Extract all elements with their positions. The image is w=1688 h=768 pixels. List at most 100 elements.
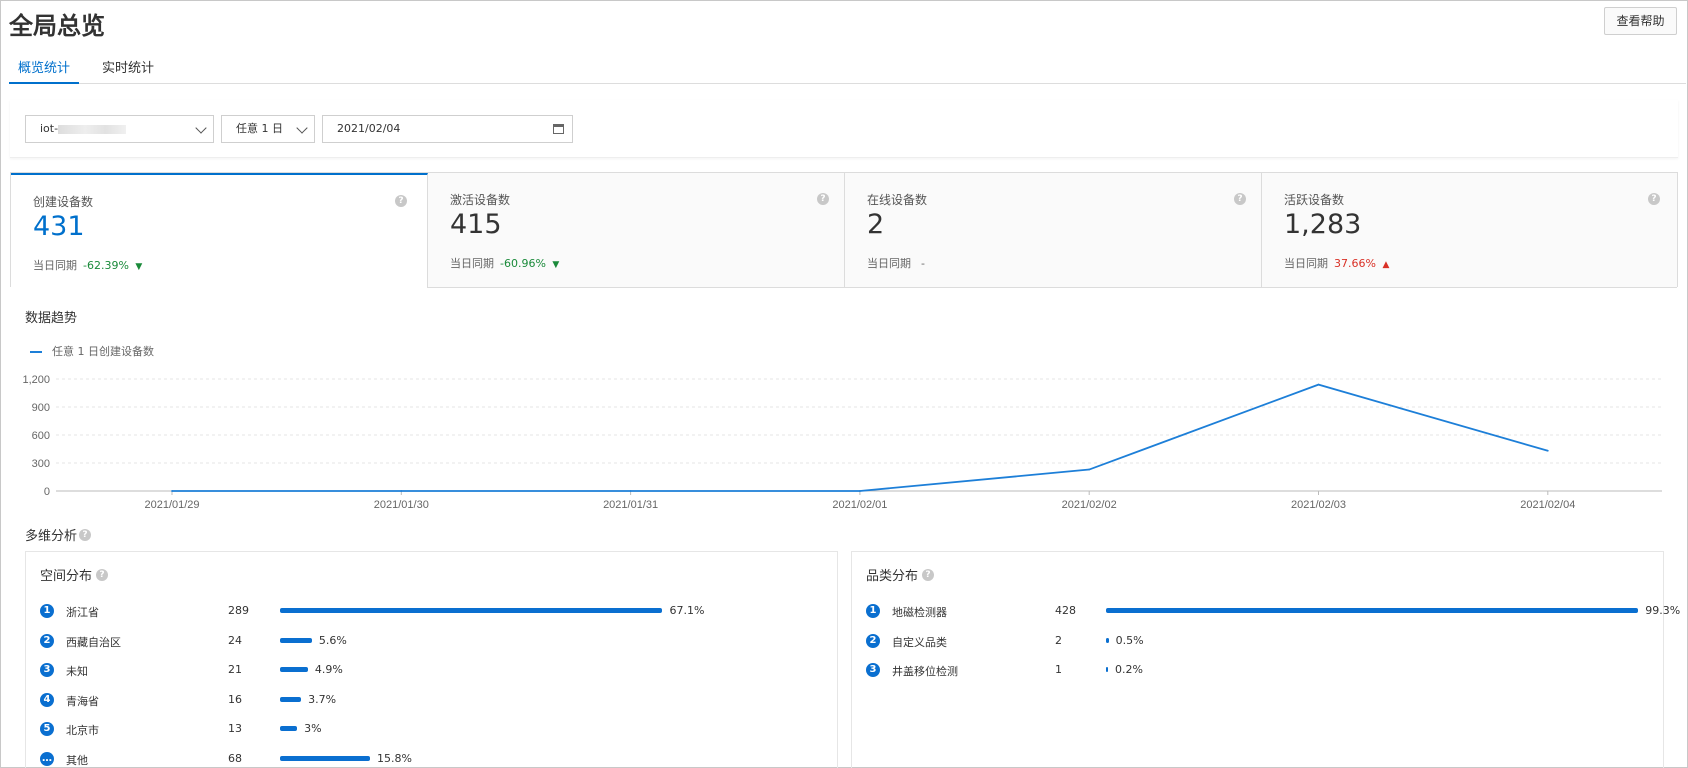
- x-tick-label: 2021/01/30: [374, 499, 429, 510]
- card-online-devices[interactable]: 在线设备数 ? 2 当日同期 -: [845, 173, 1262, 288]
- arrow-up-icon: ▲: [1382, 260, 1390, 270]
- card-meta-label: 当日同期: [33, 259, 77, 272]
- card-meta-label: 当日同期: [867, 257, 911, 270]
- item-name: 井盖移位检测: [892, 665, 958, 678]
- stats-cards: 创建设备数 ? 431 当日同期 -62.39% ▼ 激活设备数 ? 415 当日…: [10, 172, 1678, 288]
- date-picker[interactable]: 2021/02/04: [322, 115, 573, 143]
- help-icon[interactable]: ?: [817, 193, 829, 205]
- item-percent: 3%: [304, 722, 322, 735]
- data-point: [859, 490, 861, 492]
- progress-bar: [280, 667, 308, 672]
- rank-badge: 5: [40, 722, 54, 736]
- item-percent: 0.5%: [1115, 633, 1144, 647]
- item-name: 浙江省: [66, 606, 99, 619]
- y-tick-label: 0: [44, 486, 50, 498]
- item-count: 13: [228, 722, 242, 735]
- panel-title-text: 空间分布: [40, 569, 93, 584]
- item-name: 北京市: [66, 724, 99, 737]
- card-label: 在线设备数: [867, 193, 928, 207]
- period-select[interactable]: 任意 1 日: [221, 115, 315, 143]
- item-name: 西藏自治区: [66, 635, 121, 649]
- tab-bar: 概览统计 实时统计: [9, 59, 1686, 84]
- help-icon[interactable]: ?: [922, 569, 934, 581]
- card-pct: -60.96%: [500, 257, 546, 270]
- rank-badge: 1: [866, 604, 880, 618]
- arrow-down-icon: ▼: [552, 260, 560, 270]
- card-label: 创建设备数: [33, 195, 94, 209]
- arrow-down-icon: ▼: [135, 262, 143, 272]
- list-item: … 其他 68 15.8%: [40, 749, 820, 768]
- item-percent: 0.2%: [1115, 663, 1143, 676]
- analysis-title: 多维分析: [25, 529, 78, 544]
- card-activated-devices[interactable]: 激活设备数 ? 415 当日同期 -60.96% ▼: [428, 173, 845, 288]
- list-item: 1 地磁检测器 428 99.3%: [866, 601, 1680, 621]
- chart-legend[interactable]: 任意 1 日创建设备数: [30, 343, 154, 359]
- rank-badge: 2: [40, 633, 54, 648]
- card-pct: 37.66%: [1334, 257, 1376, 270]
- calendar-icon: [553, 124, 564, 134]
- item-name: 地磁检测器: [892, 606, 947, 619]
- tab-overview[interactable]: 概览统计: [9, 59, 79, 84]
- list-item: 1 浙江省 289 67.1%: [40, 601, 820, 621]
- help-icon[interactable]: ?: [395, 195, 407, 207]
- y-tick-label: 1,200: [22, 374, 50, 386]
- instance-select-value: iot-: [40, 122, 59, 135]
- tab-realtime[interactable]: 实时统计: [102, 59, 154, 84]
- data-point: [1088, 468, 1091, 471]
- period-select-value: 任意 1 日: [236, 122, 283, 135]
- panel-title: 空间分布: [40, 565, 92, 584]
- data-point: [1317, 383, 1320, 386]
- date-value: 2021/02/04: [337, 122, 401, 135]
- item-percent: 99.3%: [1645, 604, 1681, 617]
- rank-badge: 4: [40, 692, 54, 707]
- card-value: 1,283: [1284, 209, 1362, 240]
- item-count: 24: [228, 633, 242, 647]
- item-name: 自定义品类: [892, 635, 947, 649]
- help-icon[interactable]: ?: [96, 569, 108, 581]
- card-pct: -: [921, 257, 925, 270]
- item-percent: 3.7%: [308, 692, 337, 706]
- card-value: 431: [33, 211, 85, 242]
- card-meta: 当日同期 -: [867, 255, 925, 271]
- rank-badge: 1: [40, 604, 54, 618]
- progress-bar: [1106, 667, 1108, 672]
- y-tick-label: 600: [32, 430, 50, 442]
- category-distribution-panel: 品类分布 ? 1 地磁检测器 428 99.3% 2 自定义品类 2 0.5% 3 井盖移位检测 1…: [851, 551, 1680, 768]
- redacted-text: [58, 124, 127, 134]
- card-meta: 当日同期 37.66% ▲: [1284, 255, 1389, 271]
- trend-title: 数据趋势: [25, 311, 78, 326]
- page-title: 全局总览: [9, 12, 105, 40]
- card-meta: 当日同期 -60.96% ▼: [450, 255, 559, 271]
- space-distribution-panel: 空间分布 ? 1 浙江省 289 67.1% 2 西藏自治区 24 5.6% 3 未知 21 4.9%…: [25, 551, 838, 768]
- list-item: 4 青海省 16 3.7%: [40, 690, 820, 710]
- item-count: 21: [228, 663, 242, 676]
- list-item: 2 西藏自治区 24 5.6%: [40, 631, 820, 651]
- list-item: 3 井盖移位检测 1 0.2%: [866, 660, 1646, 680]
- rank-badge: 3: [40, 663, 54, 677]
- rank-badge: 2: [866, 633, 880, 648]
- help-button[interactable]: 查看帮助: [1604, 7, 1677, 35]
- data-point: [400, 490, 403, 492]
- data-point: [629, 490, 632, 492]
- help-icon[interactable]: ?: [79, 529, 91, 541]
- card-created-devices[interactable]: 创建设备数 ? 431 当日同期 -62.39% ▼: [11, 173, 428, 288]
- card-meta-label: 当日同期: [450, 257, 494, 270]
- card-active-devices[interactable]: 活跃设备数 ? 1,283 当日同期 37.66% ▲: [1262, 173, 1677, 288]
- y-tick-label: 900: [32, 402, 50, 414]
- item-name: 青海省: [66, 694, 99, 708]
- item-count: 289: [228, 604, 249, 617]
- list-item: 3 未知 21 4.9%: [40, 660, 820, 680]
- x-tick-label: 2021/02/03: [1291, 499, 1346, 510]
- data-point: [171, 490, 173, 492]
- help-icon[interactable]: ?: [1234, 193, 1246, 205]
- item-percent: 67.1%: [669, 604, 705, 617]
- progress-bar: [1106, 608, 1639, 613]
- help-icon[interactable]: ?: [1648, 193, 1660, 205]
- item-percent: 15.8%: [377, 751, 412, 765]
- instance-select[interactable]: iot-: [25, 115, 214, 143]
- y-tick-label: 300: [32, 458, 50, 470]
- card-value: 2: [867, 209, 885, 240]
- item-count: 2: [1055, 633, 1062, 647]
- x-tick-label: 2021/01/29: [144, 499, 199, 510]
- item-name: 未知: [66, 665, 88, 678]
